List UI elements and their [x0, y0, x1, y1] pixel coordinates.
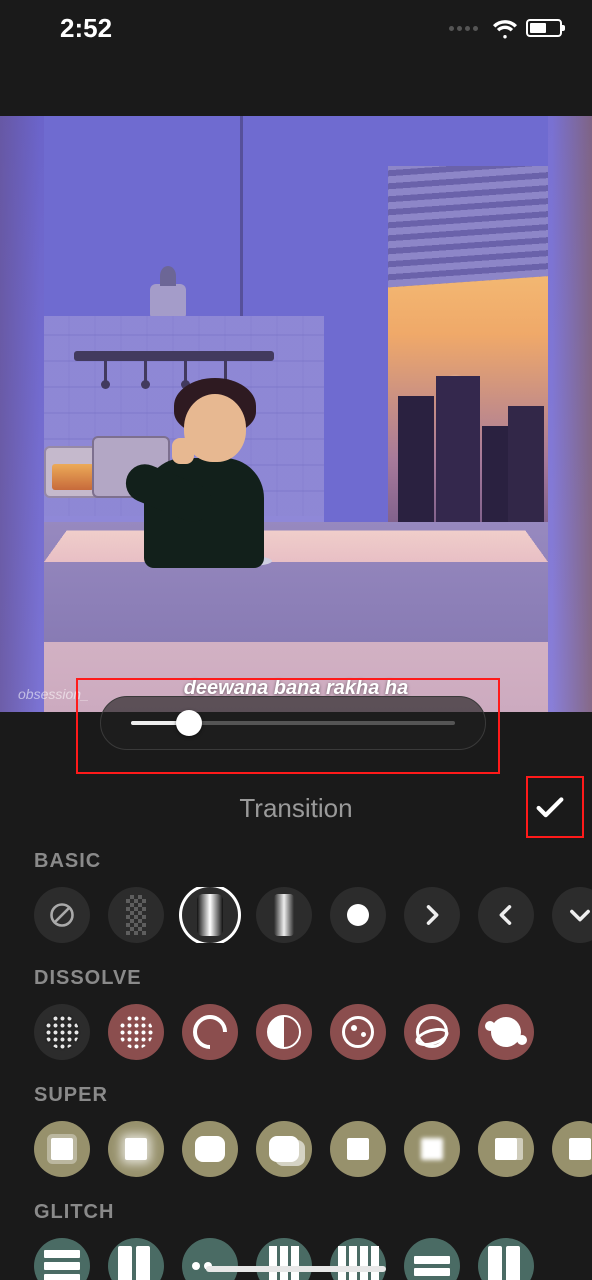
dissolve-splat[interactable] — [478, 1004, 534, 1060]
glitch-3[interactable] — [182, 1238, 238, 1280]
dissolve-swirl[interactable] — [182, 1004, 238, 1060]
basic-down[interactable] — [552, 887, 592, 943]
checker-icon — [126, 895, 146, 935]
status-bar: 2:52 — [0, 0, 592, 56]
glitch-5[interactable] — [330, 1238, 386, 1280]
circle-icon — [347, 904, 369, 926]
burst-icon — [125, 1138, 147, 1160]
status-time: 2:52 — [60, 13, 112, 44]
video-preview[interactable]: obsession_ deewana bana rakha ha — [0, 116, 592, 712]
super-bubbles[interactable] — [256, 1121, 312, 1177]
square-icon — [347, 1138, 369, 1160]
super-bubble[interactable] — [182, 1121, 238, 1177]
super-stack[interactable] — [478, 1121, 534, 1177]
super-extra[interactable] — [552, 1121, 592, 1177]
yinyang-icon — [267, 1015, 301, 1049]
row-super — [34, 1121, 592, 1177]
super-burst[interactable] — [108, 1121, 164, 1177]
stripes-icon — [269, 1246, 299, 1280]
category-label-dissolve: DISSOLVE — [34, 967, 592, 990]
frame-icon — [51, 1138, 73, 1160]
transition-categories: BASIC DISSOLVE — [0, 850, 592, 1280]
dissolve-paint[interactable] — [330, 1004, 386, 1060]
status-icons — [449, 15, 562, 41]
glitch-1[interactable] — [34, 1238, 90, 1280]
palette-icon — [342, 1016, 374, 1048]
basic-fade-selected[interactable] — [182, 887, 238, 943]
slider-thumb[interactable] — [176, 710, 202, 736]
category-label-basic: BASIC — [34, 850, 592, 873]
basic-none[interactable] — [34, 887, 90, 943]
basic-next[interactable] — [404, 887, 460, 943]
dissolve-yin[interactable] — [256, 1004, 312, 1060]
glitch-7[interactable] — [478, 1238, 534, 1280]
glitch-2[interactable] — [108, 1238, 164, 1280]
dissolve-orbit[interactable] — [404, 1004, 460, 1060]
basic-prev[interactable] — [478, 887, 534, 943]
chevron-right-icon — [418, 901, 446, 929]
confirm-button[interactable] — [530, 788, 570, 828]
dot-grid-icon — [45, 1015, 79, 1049]
splat-icon — [491, 1017, 521, 1047]
chevron-down-icon — [566, 901, 592, 929]
home-indicator[interactable] — [206, 1266, 386, 1272]
stack-icon — [495, 1138, 517, 1160]
basic-checker[interactable] — [108, 887, 164, 943]
row-glitch — [34, 1238, 592, 1280]
planet-icon — [416, 1016, 448, 1048]
panel-header: Transition — [0, 782, 592, 834]
super-frame[interactable] — [34, 1121, 90, 1177]
check-icon — [533, 791, 567, 825]
glitch-4[interactable] — [256, 1238, 312, 1280]
panel-title: Transition — [239, 793, 352, 824]
battery-icon — [526, 19, 562, 37]
bars-icon — [414, 1243, 450, 1280]
split-icon — [488, 1246, 524, 1280]
dissolve-dots-2[interactable] — [108, 1004, 164, 1060]
chevron-left-icon — [492, 901, 520, 929]
glitch-6[interactable] — [404, 1238, 460, 1280]
square-blur-icon — [421, 1138, 443, 1160]
stripes-icon — [338, 1246, 379, 1280]
transition-duration-slider[interactable] — [100, 696, 486, 750]
bubble-icon — [195, 1136, 225, 1162]
basic-fade-narrow[interactable] — [256, 887, 312, 943]
category-label-glitch: GLITCH — [34, 1201, 592, 1224]
split-icon — [118, 1246, 154, 1280]
row-dissolve — [34, 1004, 592, 1060]
bubbles-icon — [269, 1136, 299, 1162]
dissolve-dots-1[interactable] — [34, 1004, 90, 1060]
row-basic — [34, 887, 592, 943]
cellular-dots-icon — [449, 26, 478, 31]
category-label-super: SUPER — [34, 1084, 592, 1107]
wifi-icon — [492, 15, 518, 41]
basic-iris[interactable] — [330, 887, 386, 943]
swirl-icon — [193, 1015, 227, 1049]
fade-icon — [197, 894, 223, 936]
super-square[interactable] — [330, 1121, 386, 1177]
dot-grid-icon — [119, 1015, 153, 1049]
square-icon — [569, 1138, 591, 1160]
none-icon — [48, 901, 76, 929]
bars-icon — [44, 1243, 80, 1280]
fade-narrow-icon — [274, 894, 294, 936]
super-blur[interactable] — [404, 1121, 460, 1177]
